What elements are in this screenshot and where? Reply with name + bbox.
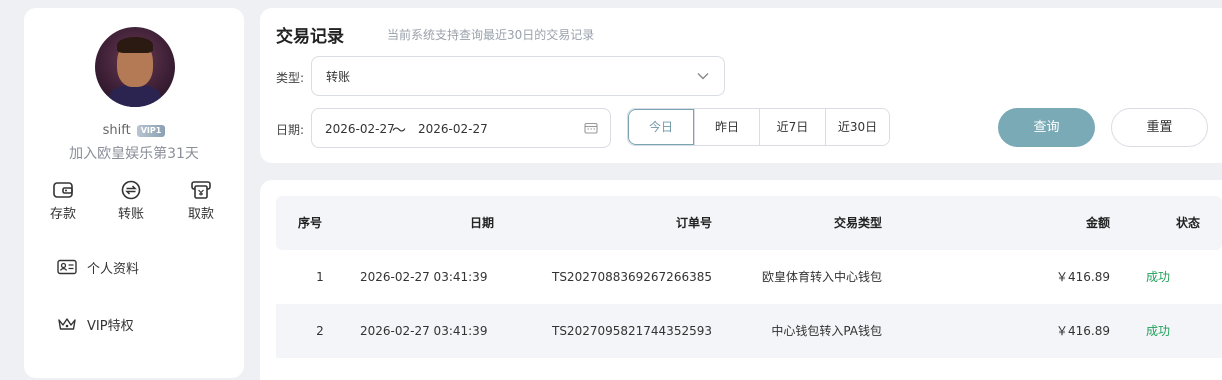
deposit-label: 存款 <box>49 207 76 222</box>
type-select-value: 转账 <box>326 70 351 84</box>
transfer-label: 转账 <box>117 207 144 222</box>
range-yesterday[interactable]: 昨日 <box>694 109 759 145</box>
page-title: 交易记录 <box>276 27 344 47</box>
row-seq: 2 <box>316 324 324 338</box>
table-row: 1 2026-02-27 03:41:39 TS2027088369267266… <box>276 250 1222 304</box>
date-label: 日期: <box>276 123 305 137</box>
col-status: 状态 <box>1175 216 1200 230</box>
menu-item-profile-label: 个人资料 <box>87 261 140 277</box>
row-type: 欧皇体育转入中心钱包 <box>761 270 882 284</box>
row-type: 中心钱包转入PA钱包 <box>771 324 882 338</box>
row-order: TS2027088369267266385 <box>551 270 712 284</box>
row-seq: 1 <box>316 270 324 284</box>
filter-panel: 交易记录 当前系统支持查询最近30日的交易记录 类型: 转账 日期: 2026-… <box>260 8 1222 163</box>
avatar[interactable] <box>95 27 175 107</box>
range-today[interactable]: 今日 <box>628 109 694 145</box>
id-card-icon <box>57 259 77 275</box>
page-subtitle: 当前系统支持查询最近30日的交易记录 <box>387 28 595 42</box>
type-label: 类型: <box>276 71 305 85</box>
col-date: 日期 <box>469 216 494 230</box>
range-7-days[interactable]: 近7日 <box>759 109 825 145</box>
date-range-picker[interactable]: 2026-02-27 〜 2026-02-27 <box>311 108 611 148</box>
sidebar: shift VIP1 加入欧皇娱乐第31天 存款 转账 取款 个人资料 VIP特权 <box>24 8 244 378</box>
col-order: 订单号 <box>675 216 712 230</box>
row-amount: ￥416.89 <box>1056 324 1110 338</box>
table-header: 序号 日期 订单号 交易类型 金额 状态 <box>276 196 1222 250</box>
type-select[interactable]: 转账 <box>311 56 725 96</box>
row-amount: ￥416.89 <box>1056 270 1110 284</box>
username-line: shift VIP1 <box>24 123 244 138</box>
deposit-button[interactable]: 存款 <box>43 180 83 222</box>
transfer-button[interactable]: 转账 <box>111 180 151 222</box>
date-separator: 〜 <box>392 123 406 139</box>
chevron-down-icon <box>697 73 709 80</box>
vip-badge: VIP1 <box>136 124 166 137</box>
range-30-days[interactable]: 近30日 <box>825 109 889 145</box>
date-range-tabs: 今日 昨日 近7日 近30日 <box>627 108 890 146</box>
status-badge: 成功 <box>1145 324 1170 338</box>
table-row: 2 2026-02-27 03:41:39 TS2027095821744352… <box>276 304 1222 358</box>
records-panel: 序号 日期 订单号 交易类型 金额 状态 1 2026-02-27 03:41:… <box>260 180 1222 380</box>
menu-item-profile[interactable]: 个人资料 <box>57 257 139 277</box>
row-order: TS2027095821744352593 <box>551 324 712 338</box>
withdraw-icon <box>191 181 211 199</box>
date-end[interactable]: 2026-02-27 <box>418 122 488 136</box>
row-date: 2026-02-27 03:41:39 <box>360 324 488 338</box>
col-type: 交易类型 <box>833 216 882 230</box>
withdraw-button[interactable]: 取款 <box>181 180 221 222</box>
col-amount: 金额 <box>1085 216 1110 230</box>
username: shift <box>102 123 131 138</box>
row-date: 2026-02-27 03:41:39 <box>360 270 488 284</box>
crown-icon <box>58 318 76 330</box>
transfer-icon <box>121 180 141 200</box>
withdraw-label: 取款 <box>187 207 214 222</box>
join-days-text: 加入欧皇娱乐第31天 <box>69 146 199 162</box>
col-seq: 序号 <box>297 216 322 230</box>
menu-item-vip-label: VIP特权 <box>87 318 134 334</box>
status-badge: 成功 <box>1145 270 1170 284</box>
date-start[interactable]: 2026-02-27 <box>325 122 395 136</box>
reset-button[interactable]: 重置 <box>1111 108 1208 147</box>
calendar-icon <box>584 122 598 134</box>
query-button[interactable]: 查询 <box>998 108 1095 147</box>
wallet-icon <box>53 182 73 198</box>
menu-item-vip[interactable]: VIP特权 <box>57 314 134 334</box>
